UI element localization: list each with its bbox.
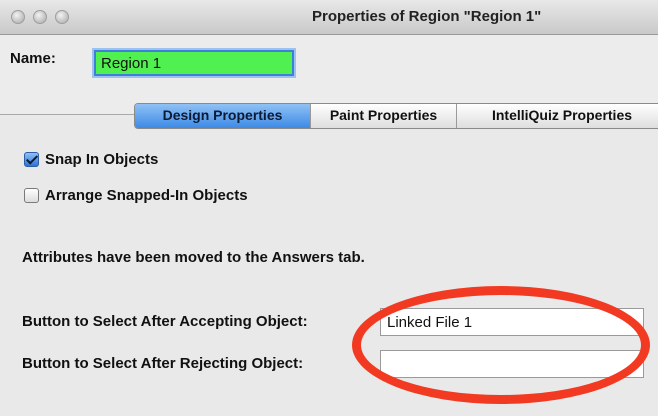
arrange-snapped-in-objects-option[interactable]: Arrange Snapped-In Objects	[24, 187, 248, 204]
accept-button-field[interactable]	[380, 308, 644, 336]
properties-window: Properties of Region "Region 1" Name: De…	[0, 0, 658, 416]
name-label: Name:	[10, 50, 56, 67]
snap-in-objects-checkbox[interactable]	[24, 152, 39, 167]
snap-in-objects-label: Snap In Objects	[45, 151, 159, 168]
arrange-snapped-in-objects-checkbox[interactable]	[24, 188, 39, 203]
snap-in-objects-option[interactable]: Snap In Objects	[24, 151, 158, 168]
window-title: Properties of Region "Region 1"	[312, 8, 542, 25]
tab-design-properties[interactable]: Design Properties	[135, 104, 311, 128]
minimize-window-button[interactable]	[33, 10, 47, 24]
zoom-window-button[interactable]	[55, 10, 69, 24]
accept-button-label: Button to Select After Accepting Object:	[22, 313, 308, 330]
reject-button-label: Button to Select After Rejecting Object:	[22, 355, 304, 372]
info-text: Attributes have been moved to the Answer…	[22, 249, 365, 266]
tab-bar: Design Properties Paint Properties Intel…	[134, 103, 658, 129]
tab-paint-properties[interactable]: Paint Properties	[311, 104, 457, 128]
title-bar[interactable]: Properties of Region "Region 1"	[0, 0, 658, 35]
close-window-button[interactable]	[11, 10, 25, 24]
reject-button-field[interactable]	[380, 350, 644, 378]
name-field[interactable]	[94, 50, 294, 76]
tab-intelliquiz-properties[interactable]: IntelliQuiz Properties	[457, 104, 658, 128]
arrange-snapped-in-objects-label: Arrange Snapped-In Objects	[45, 187, 248, 204]
